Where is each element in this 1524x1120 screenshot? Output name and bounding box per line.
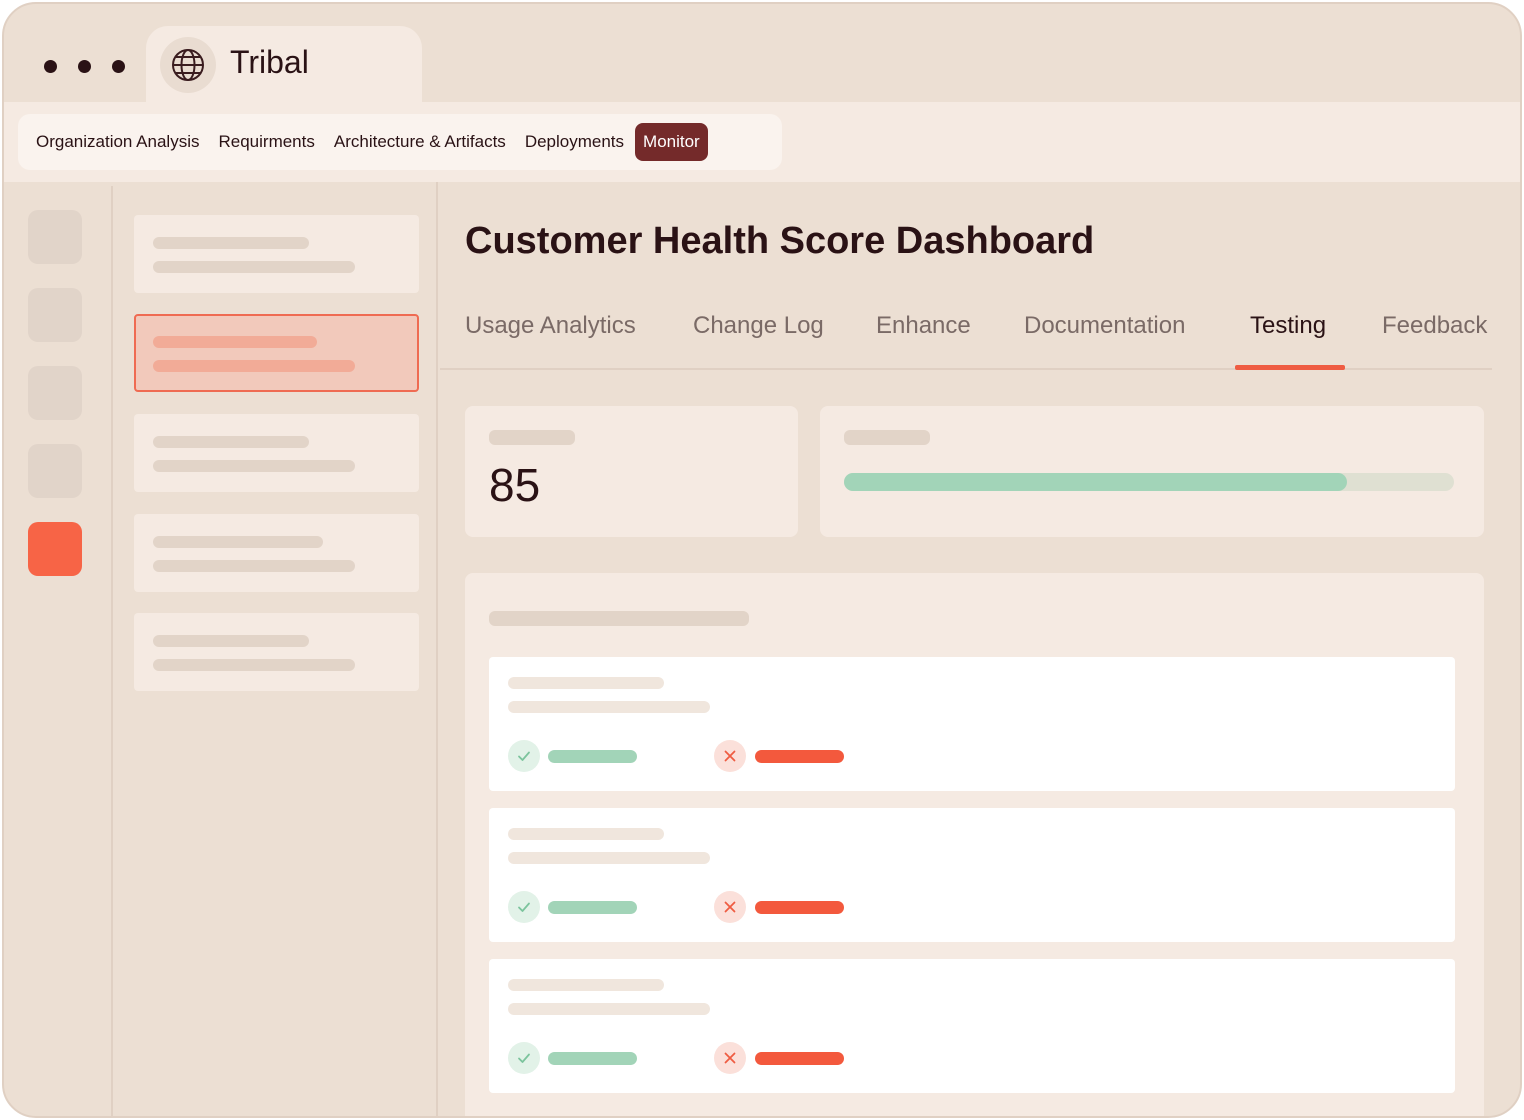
list-item[interactable]: [134, 414, 419, 492]
x-icon: [714, 1042, 746, 1074]
window-dot-3[interactable]: [112, 60, 125, 73]
nav-item-organization-analysis[interactable]: Organization Analysis: [28, 123, 207, 161]
x-icon: [714, 891, 746, 923]
rail-divider: [111, 186, 113, 1116]
rail-item-2[interactable]: [28, 288, 82, 342]
test-result-row[interactable]: [489, 657, 1455, 791]
nav-item-architecture-artifacts[interactable]: Architecture & Artifacts: [326, 123, 514, 161]
check-icon: [508, 1042, 540, 1074]
window-dot-2[interactable]: [78, 60, 91, 73]
test-results-panel: [465, 573, 1484, 1116]
nav-item-deployments[interactable]: Deployments: [517, 123, 632, 161]
test-result-row[interactable]: [489, 959, 1455, 1093]
nav-menu: Organization Analysis Requirments Archit…: [18, 114, 782, 170]
metric-card: 85: [465, 406, 798, 537]
test-result-row[interactable]: [489, 808, 1455, 942]
check-icon: [508, 740, 540, 772]
browser-tab-title: Tribal: [230, 44, 309, 80]
list-item-selected[interactable]: [134, 314, 419, 392]
globe-icon: [160, 37, 216, 93]
rail-item-4[interactable]: [28, 444, 82, 498]
x-icon: [714, 740, 746, 772]
rail-item-3[interactable]: [28, 366, 82, 420]
progress-bar-fill: [844, 473, 1348, 491]
fail-indicator: [755, 1052, 844, 1065]
tab-feedback[interactable]: Feedback: [1382, 312, 1487, 340]
tab-testing[interactable]: Testing: [1250, 312, 1326, 340]
tab-usage-analytics[interactable]: Usage Analytics: [465, 312, 636, 340]
list-item[interactable]: [134, 215, 419, 293]
pass-indicator: [548, 750, 637, 763]
rail-item-1[interactable]: [28, 210, 82, 264]
active-tab-indicator: [1235, 365, 1345, 370]
top-nav-bar: Organization Analysis Requirments Archit…: [4, 102, 1520, 182]
list-item[interactable]: [134, 514, 419, 592]
progress-bar: [844, 473, 1454, 491]
page-title: Customer Health Score Dashboard: [465, 220, 1095, 262]
list-item[interactable]: [134, 613, 419, 691]
fail-indicator: [755, 750, 844, 763]
window-controls: [44, 60, 125, 73]
window-dot-1[interactable]: [44, 60, 57, 73]
tab-change-log[interactable]: Change Log: [693, 312, 824, 340]
app-window: Tribal Organization Analysis Requirments…: [2, 2, 1522, 1118]
tab-bar: Usage Analytics Change Log Enhance Docum…: [440, 294, 1492, 370]
pass-indicator: [548, 901, 637, 914]
fail-indicator: [755, 901, 844, 914]
rail-item-active[interactable]: [28, 522, 82, 576]
tab-documentation[interactable]: Documentation: [1024, 312, 1185, 340]
progress-card: [820, 406, 1484, 537]
nav-item-monitor[interactable]: Monitor: [635, 123, 708, 161]
list-divider: [436, 182, 438, 1116]
metric-value: 85: [489, 459, 541, 511]
browser-tab[interactable]: Tribal: [146, 26, 422, 108]
nav-item-requirments[interactable]: Requirments: [210, 123, 322, 161]
tab-enhance[interactable]: Enhance: [876, 312, 971, 340]
pass-indicator: [548, 1052, 637, 1065]
check-icon: [508, 891, 540, 923]
